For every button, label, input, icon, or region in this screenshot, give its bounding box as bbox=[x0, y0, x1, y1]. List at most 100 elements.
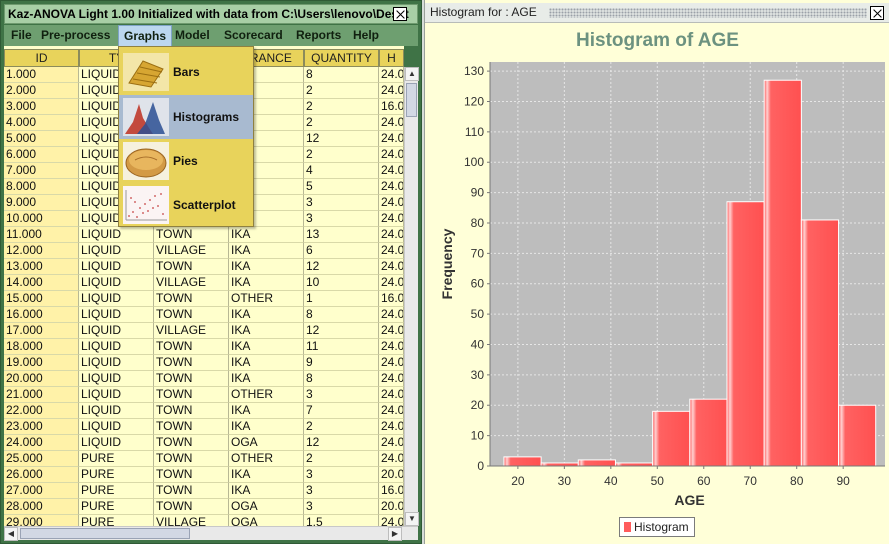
cell-id[interactable]: 23.000 bbox=[4, 419, 79, 435]
main-window-titlebar[interactable]: Kaz-ANOVA Light 1.00 Initialized with da… bbox=[4, 4, 418, 24]
histogram-bar[interactable] bbox=[652, 410, 691, 467]
cell-type[interactable]: LIQUID bbox=[79, 291, 154, 307]
table-row[interactable]: 12.000 LIQUID VILLAGE IKA 6 24.0 bbox=[4, 243, 404, 259]
cell-quantity[interactable]: 12 bbox=[304, 435, 379, 451]
table-row[interactable]: 17.000 LIQUID VILLAGE IKA 12 24.0 bbox=[4, 323, 404, 339]
cell-id[interactable]: 12.000 bbox=[4, 243, 79, 259]
cell-id[interactable]: 28.000 bbox=[4, 499, 79, 515]
histogram-bar[interactable] bbox=[503, 456, 542, 467]
cell-id[interactable]: 1.000 bbox=[4, 67, 79, 83]
cell-type[interactable]: LIQUID bbox=[79, 339, 154, 355]
table-row[interactable]: 13.000 LIQUID TOWN IKA 12 24.0 bbox=[4, 259, 404, 275]
scroll-right-icon[interactable]: ▶ bbox=[388, 527, 402, 541]
cell-id[interactable]: 22.000 bbox=[4, 403, 79, 419]
cell-quantity[interactable]: 12 bbox=[304, 259, 379, 275]
cell-quantity[interactable]: 4 bbox=[304, 163, 379, 179]
cell-village[interactable]: TOWN bbox=[154, 403, 229, 419]
cell-quantity[interactable]: 3 bbox=[304, 467, 379, 483]
cell-quantity[interactable]: 6 bbox=[304, 243, 379, 259]
scroll-down-icon[interactable]: ▼ bbox=[405, 512, 419, 526]
cell-insurance[interactable]: IKA bbox=[229, 307, 304, 323]
cell-id[interactable]: 24.000 bbox=[4, 435, 79, 451]
cell-id[interactable]: 7.000 bbox=[4, 163, 79, 179]
cell-village[interactable]: TOWN bbox=[154, 371, 229, 387]
cell-id[interactable]: 20.000 bbox=[4, 371, 79, 387]
table-row[interactable]: 27.000 PURE TOWN IKA 3 16.0 bbox=[4, 483, 404, 499]
cell-insurance[interactable]: IKA bbox=[229, 227, 304, 243]
scroll-left-icon[interactable]: ◀ bbox=[4, 527, 18, 541]
table-row[interactable]: 15.000 LIQUID TOWN OTHER 1 16.0 bbox=[4, 291, 404, 307]
cell-type[interactable]: LIQUID bbox=[79, 307, 154, 323]
cell-h[interactable]: 24.0 bbox=[379, 179, 404, 195]
cell-quantity[interactable]: 12 bbox=[304, 323, 379, 339]
histogram-bar[interactable] bbox=[800, 219, 840, 467]
cell-id[interactable]: 17.000 bbox=[4, 323, 79, 339]
menu-file[interactable]: File bbox=[6, 25, 37, 46]
cell-id[interactable]: 3.000 bbox=[4, 99, 79, 115]
cell-type[interactable]: PURE bbox=[79, 467, 154, 483]
cell-id[interactable]: 16.000 bbox=[4, 307, 79, 323]
cell-h[interactable]: 24.0 bbox=[379, 195, 404, 211]
cell-h[interactable]: 24.0 bbox=[379, 131, 404, 147]
cell-village[interactable]: TOWN bbox=[154, 339, 229, 355]
cell-h[interactable]: 24.0 bbox=[379, 355, 404, 371]
cell-id[interactable]: 9.000 bbox=[4, 195, 79, 211]
cell-quantity[interactable]: 2 bbox=[304, 99, 379, 115]
cell-id[interactable]: 5.000 bbox=[4, 131, 79, 147]
vertical-scrollbar[interactable]: ▲ ▼ bbox=[404, 67, 419, 526]
cell-quantity[interactable]: 7 bbox=[304, 403, 379, 419]
cell-h[interactable]: 24.0 bbox=[379, 115, 404, 131]
table-row[interactable]: 20.000 LIQUID TOWN IKA 8 24.0 bbox=[4, 371, 404, 387]
cell-quantity[interactable]: 12 bbox=[304, 131, 379, 147]
cell-id[interactable]: 27.000 bbox=[4, 483, 79, 499]
table-row[interactable]: 18.000 LIQUID TOWN IKA 11 24.0 bbox=[4, 339, 404, 355]
horizontal-scrollbar[interactable]: ◀ ▶ bbox=[4, 526, 418, 541]
cell-village[interactable]: TOWN bbox=[154, 387, 229, 403]
menu-item-histograms[interactable]: Histograms bbox=[119, 95, 253, 139]
cell-village[interactable]: TOWN bbox=[154, 227, 229, 243]
histogram-bar[interactable] bbox=[577, 459, 616, 467]
table-row[interactable]: 29.000 PURE VILLAGE OGA 1.5 24.0 bbox=[4, 515, 404, 526]
histogram-bar[interactable] bbox=[726, 201, 765, 467]
cell-h[interactable]: 24.0 bbox=[379, 387, 404, 403]
cell-type[interactable]: LIQUID bbox=[79, 355, 154, 371]
column-header-quantity[interactable]: QUANTITY bbox=[304, 49, 379, 67]
cell-insurance[interactable]: IKA bbox=[229, 275, 304, 291]
cell-h[interactable]: 20.0 bbox=[379, 499, 404, 515]
cell-insurance[interactable]: IKA bbox=[229, 259, 304, 275]
table-row[interactable]: 25.000 PURE TOWN OTHER 2 24.0 bbox=[4, 451, 404, 467]
cell-village[interactable]: TOWN bbox=[154, 291, 229, 307]
menu-item-bars[interactable]: Bars bbox=[119, 50, 253, 94]
cell-type[interactable]: PURE bbox=[79, 499, 154, 515]
cell-h[interactable]: 24.0 bbox=[379, 419, 404, 435]
cell-quantity[interactable]: 3 bbox=[304, 499, 379, 515]
cell-insurance[interactable]: OTHER bbox=[229, 387, 304, 403]
histogram-bar[interactable] bbox=[763, 79, 802, 467]
cell-h[interactable]: 24.0 bbox=[379, 371, 404, 387]
table-row[interactable]: 16.000 LIQUID TOWN IKA 8 24.0 bbox=[4, 307, 404, 323]
cell-h[interactable]: 16.0 bbox=[379, 99, 404, 115]
cell-id[interactable]: 11.000 bbox=[4, 227, 79, 243]
table-row[interactable]: 24.000 LIQUID TOWN OGA 12 24.0 bbox=[4, 435, 404, 451]
cell-insurance[interactable]: IKA bbox=[229, 419, 304, 435]
cell-h[interactable]: 24.0 bbox=[379, 435, 404, 451]
cell-id[interactable]: 2.000 bbox=[4, 83, 79, 99]
cell-quantity[interactable]: 5 bbox=[304, 179, 379, 195]
cell-quantity[interactable]: 9 bbox=[304, 355, 379, 371]
cell-village[interactable]: VILLAGE bbox=[154, 275, 229, 291]
cell-village[interactable]: TOWN bbox=[154, 307, 229, 323]
cell-type[interactable]: LIQUID bbox=[79, 371, 154, 387]
cell-village[interactable]: TOWN bbox=[154, 451, 229, 467]
cell-id[interactable]: 6.000 bbox=[4, 147, 79, 163]
cell-id[interactable]: 15.000 bbox=[4, 291, 79, 307]
menu-reports[interactable]: Reports bbox=[291, 25, 346, 46]
table-row[interactable]: 21.000 LIQUID TOWN OTHER 3 24.0 bbox=[4, 387, 404, 403]
cell-insurance[interactable]: IKA bbox=[229, 243, 304, 259]
cell-village[interactable]: TOWN bbox=[154, 435, 229, 451]
cell-h[interactable]: 16.0 bbox=[379, 483, 404, 499]
cell-h[interactable]: 24.0 bbox=[379, 147, 404, 163]
cell-id[interactable]: 13.000 bbox=[4, 259, 79, 275]
cell-id[interactable]: 26.000 bbox=[4, 467, 79, 483]
vertical-scroll-thumb[interactable] bbox=[406, 83, 417, 117]
cell-h[interactable]: 24.0 bbox=[379, 67, 404, 83]
